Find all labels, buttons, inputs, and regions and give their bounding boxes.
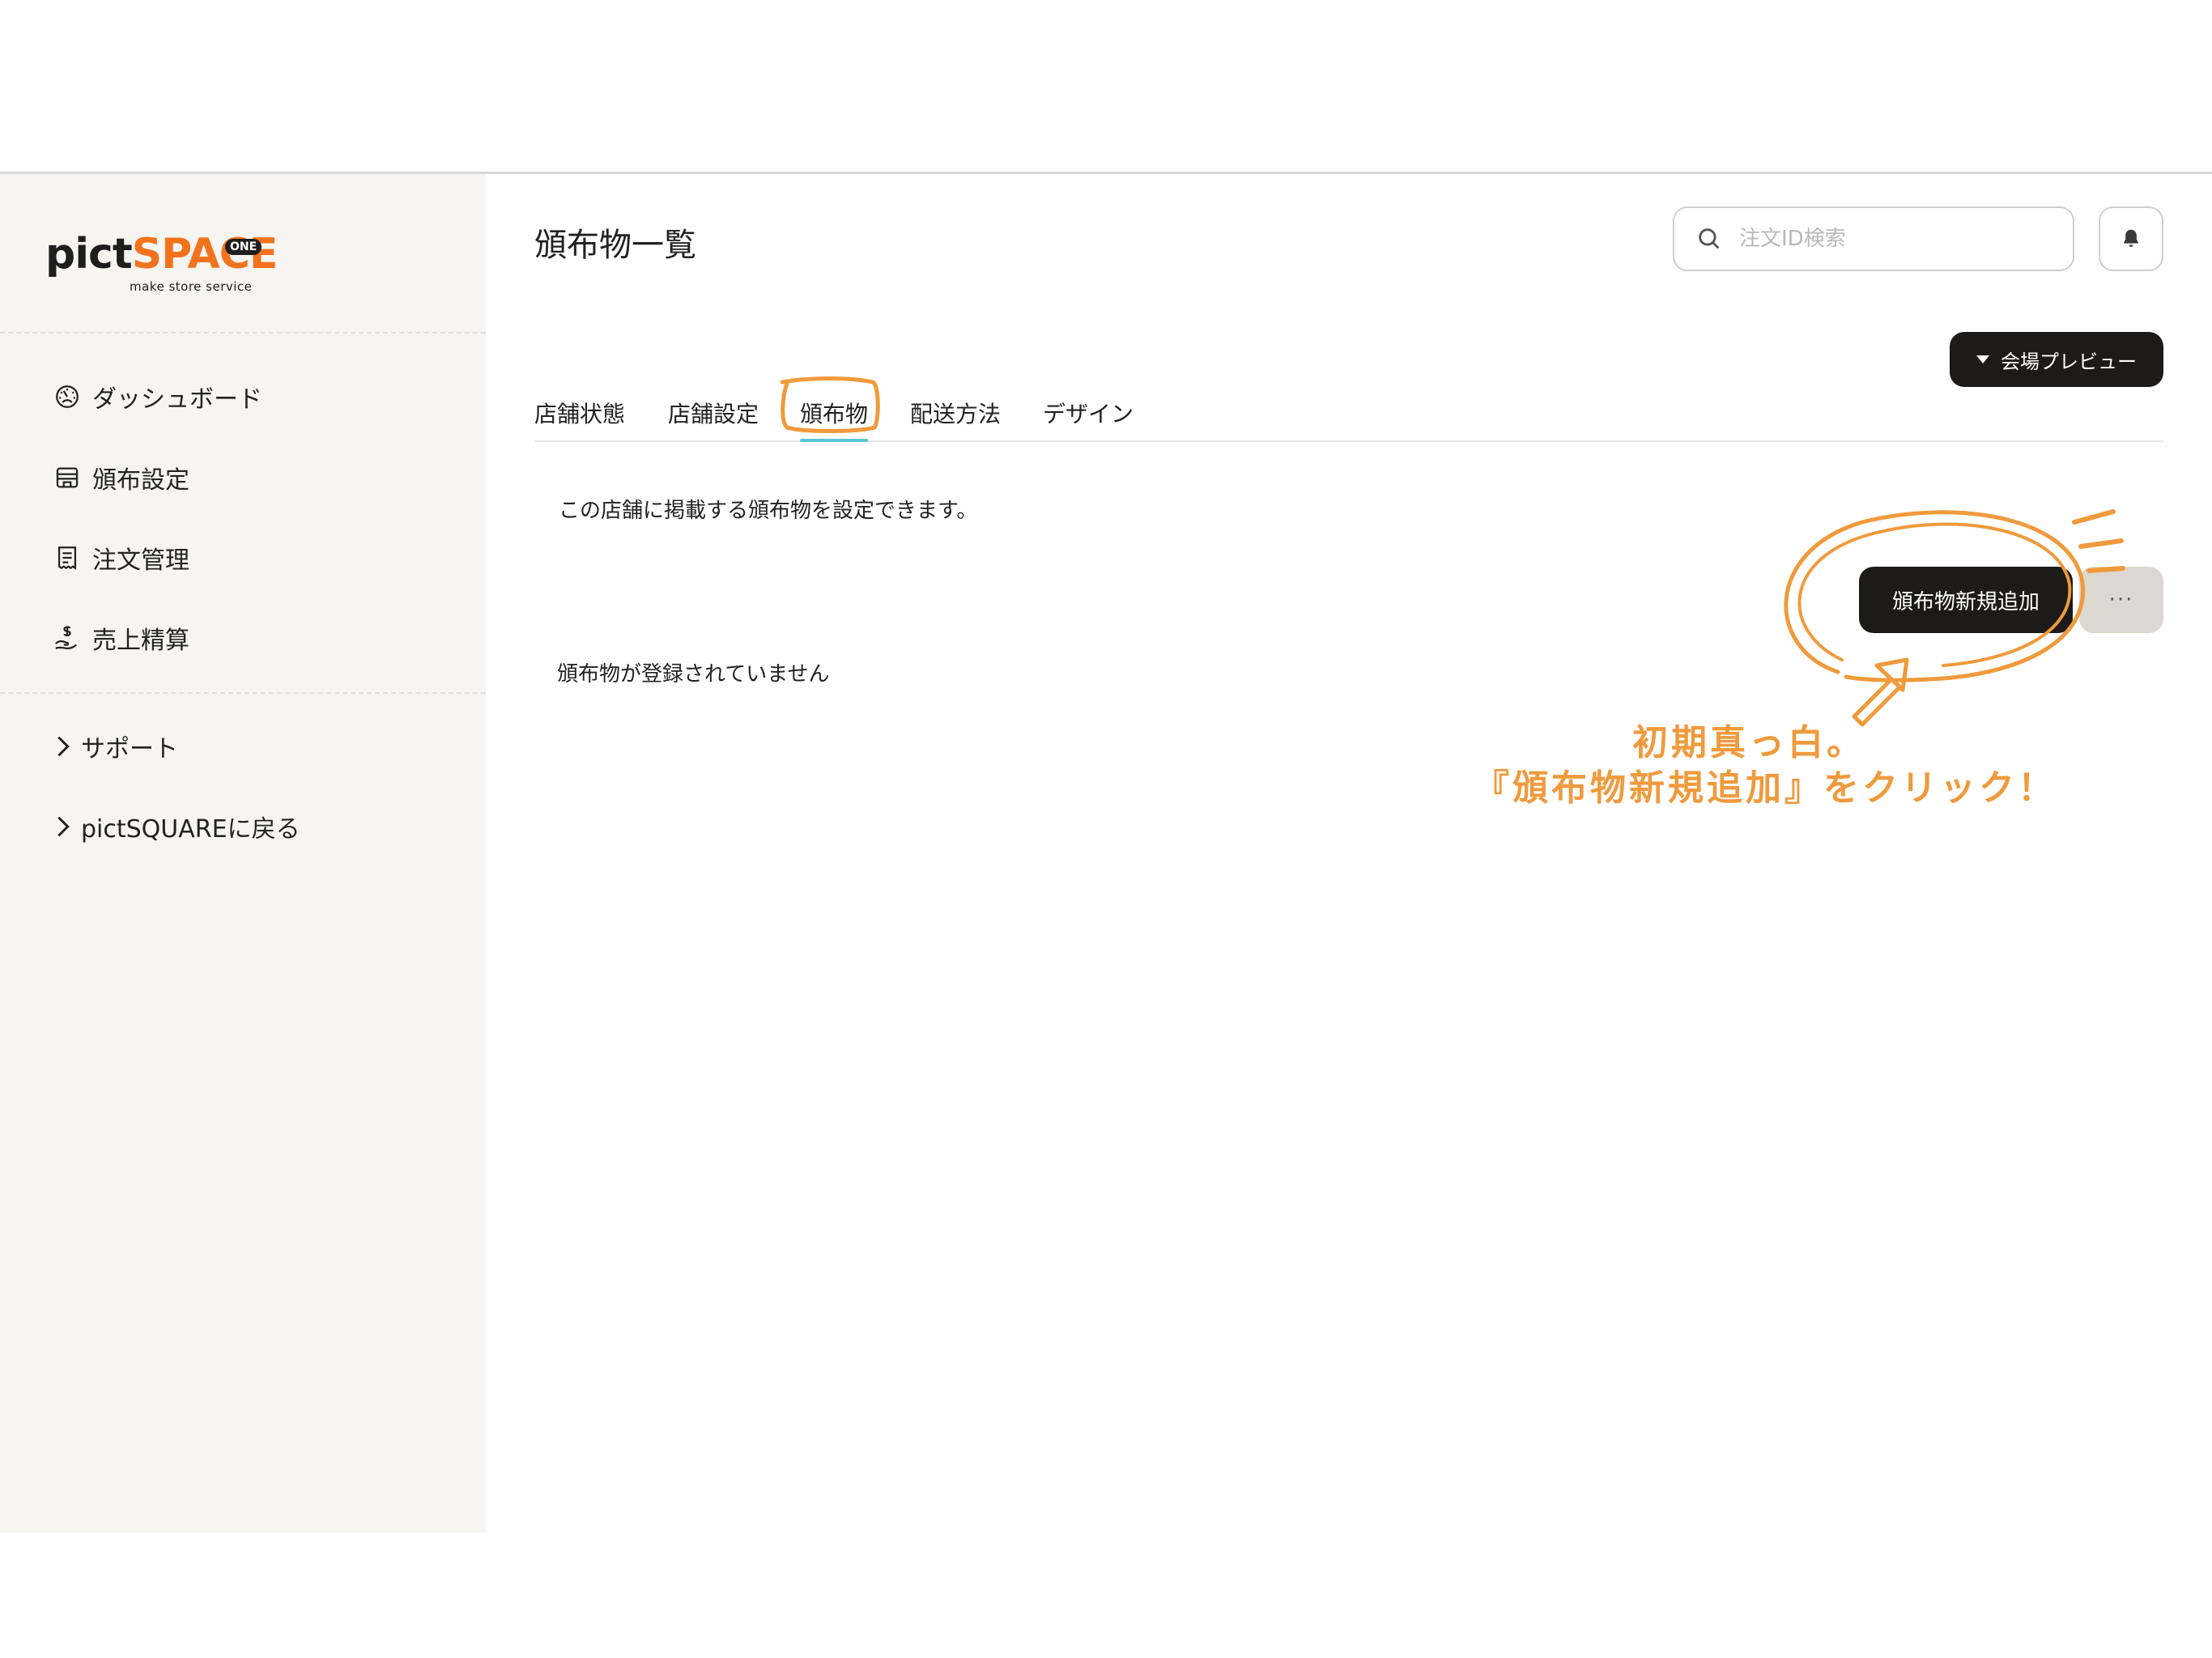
venue-preview-label: 会場プレビュー (2001, 350, 2137, 373)
sidebar-link-label: pictSQUAREに戻る (81, 815, 300, 844)
tab-bar: 店舗状態 店舗設定 頒布物 配送方法 デザイン (534, 397, 2163, 442)
logo-tagline: make store service (130, 279, 253, 294)
sidebar-item-distribution-settings[interactable]: 頒布設定 (53, 457, 189, 498)
dashboard-gauge-icon (53, 383, 81, 410)
sidebar-item-label: 売上精算 (92, 627, 189, 655)
tab-store-settings[interactable]: 店舗設定 (668, 397, 759, 432)
order-id-search-input[interactable] (1738, 226, 2048, 252)
venue-preview-button[interactable]: 会場プレビュー (1950, 332, 2163, 387)
tab-shipping-methods[interactable]: 配送方法 (910, 397, 1001, 432)
sidebar-link-back-to-pictsquare[interactable]: pictSQUAREに戻る (53, 806, 300, 847)
receipt-icon (53, 544, 81, 572)
empty-items-message: 頒布物が登録されていません (557, 662, 830, 687)
page-title: 頒布物一覧 (534, 227, 696, 264)
bell-icon (2124, 229, 2138, 247)
sidebar-link-support[interactable]: サポート (53, 726, 178, 767)
tab-bar-divider (534, 440, 2163, 442)
sidebar-link-label: サポート (81, 735, 178, 763)
annotation-note: 初期真っ白。 『頒布物新規追加』をクリック！ (1474, 721, 2057, 811)
top-blank-bar (0, 0, 2212, 174)
annotation-emphasis-marks (2072, 509, 2125, 573)
add-new-item-button[interactable]: 頒布物新規追加 (1859, 567, 2073, 633)
tab-design[interactable]: デザイン (1043, 397, 1134, 432)
tab-store-status[interactable]: 店舗状態 (534, 397, 625, 432)
sidebar-divider (0, 692, 486, 694)
tab-active-indicator (800, 439, 868, 442)
store-icon (53, 464, 81, 491)
annotation-line-2: 『頒布物新規追加』をクリック！ (1474, 767, 2057, 809)
search-box[interactable] (1673, 206, 2074, 271)
caret-down-icon (1976, 355, 1989, 363)
logo-pict: pict (45, 230, 133, 278)
search-icon (1695, 225, 1723, 253)
sidebar: pictSPACE ONE make store service ダッシュボード… (0, 174, 486, 1533)
annotation-line-1: 初期真っ白。 (1632, 722, 1865, 763)
sidebar-item-dashboard[interactable]: ダッシュボード (53, 376, 262, 417)
annotation-arrow (1852, 657, 1909, 727)
money-hand-icon (53, 624, 81, 652)
sidebar-item-orders[interactable]: 注文管理 (53, 538, 189, 578)
chevron-right-icon (53, 813, 73, 840)
logo[interactable]: pictSPACE ONE make store service (45, 226, 278, 307)
sidebar-divider (0, 332, 486, 334)
items-description: この店舗に掲載する頒布物を設定できます。 (559, 499, 978, 523)
tab-items[interactable]: 頒布物 (800, 397, 868, 432)
sidebar-item-label: ダッシュボード (92, 385, 262, 414)
sidebar-item-label: 注文管理 (92, 546, 189, 575)
chevron-right-icon (53, 733, 73, 760)
sidebar-item-sales-settlement[interactable]: 売上精算 (53, 618, 189, 658)
notification-button[interactable] (2099, 206, 2163, 271)
more-options-button[interactable]: ··· (2079, 567, 2163, 633)
logo-badge: ONE (225, 239, 262, 255)
sidebar-item-label: 頒布設定 (92, 466, 189, 495)
